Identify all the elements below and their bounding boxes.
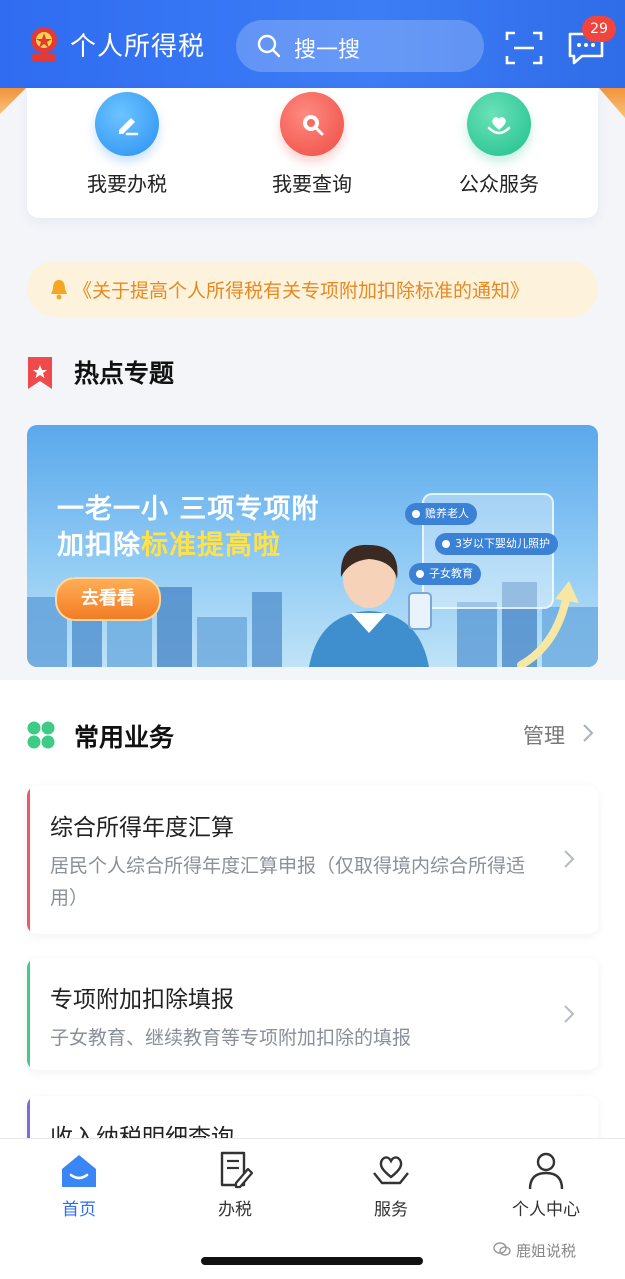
business-item-annual-settlement[interactable]: 综合所得年度汇算 居民个人综合所得年度汇算申报（仅取得境内综合所得适用） xyxy=(27,786,598,934)
search-icon xyxy=(280,92,344,156)
scan-icon[interactable] xyxy=(505,30,543,66)
chevron-right-icon xyxy=(564,1005,575,1023)
notice-text: 《关于提高个人所得税有关专项附加扣除标准的通知》 xyxy=(73,280,530,302)
quick-action-label: 我要查询 xyxy=(272,172,352,196)
tab-home[interactable]: 首页 xyxy=(24,1149,134,1220)
up-arrow-illustration xyxy=(517,581,579,667)
watermark-text: 鹿姐说税 xyxy=(516,1242,577,1260)
business-item-title: 专项附加扣除填报 xyxy=(50,987,234,1013)
app-header: 个人所得税 搜一搜 29 xyxy=(0,0,625,88)
tab-label: 首页 xyxy=(62,1200,96,1220)
header-decoration-left xyxy=(0,88,26,114)
heart-hand-icon xyxy=(467,92,531,156)
banner-line-2-prefix: 加扣除 xyxy=(57,530,141,561)
quick-actions-card: 我要办税 我要查询 公众服务 xyxy=(27,88,598,218)
quick-action-label: 公众服务 xyxy=(459,172,539,196)
person-illustration xyxy=(309,544,432,667)
business-item-desc: 子女教育、继续教育等专项附加扣除的填报 xyxy=(50,1027,412,1049)
card-accent-bar xyxy=(27,786,30,934)
banner-chip: 赡养老人 xyxy=(405,503,477,525)
hot-topics-title: 热点专题 xyxy=(74,359,175,388)
app-title: 个人所得税 xyxy=(70,32,206,62)
banner-line-2: 加扣除标准提高啦 xyxy=(57,523,281,562)
wechat-icon xyxy=(493,1242,511,1256)
header-decoration-right xyxy=(599,88,625,118)
chevron-right-icon xyxy=(583,724,594,742)
quick-action-public-service[interactable]: 公众服务 xyxy=(409,88,589,218)
hot-topic-banner[interactable]: 一老一小 三项专项附 加扣除标准提高啦 去看看 赡养老人 3岁以下婴幼儿照护 子… xyxy=(27,425,598,667)
tab-label: 办税 xyxy=(218,1200,252,1220)
business-item-desc: 居民个人综合所得年度汇算申报（仅取得境内综合所得适用） xyxy=(50,855,526,909)
message-count-badge: 29 xyxy=(582,16,616,42)
common-business-section: 常用业务 管理 综合所得年度汇算 居民个人综合所得年度汇算申报（仅取得境内综合所… xyxy=(0,680,625,1176)
tab-tax[interactable]: 办税 xyxy=(180,1149,290,1220)
banner-chip: 3岁以下婴幼儿照护 xyxy=(435,533,558,555)
tab-service[interactable]: 服务 xyxy=(336,1149,446,1220)
search-placeholder: 搜一搜 xyxy=(294,38,361,63)
edit-icon xyxy=(95,92,159,156)
tab-label: 服务 xyxy=(374,1200,408,1220)
banner-line-2-highlight: 标准提高啦 xyxy=(141,530,281,561)
bookmark-star-icon xyxy=(28,357,52,389)
heart-hand-icon xyxy=(373,1156,409,1185)
tab-profile[interactable]: 个人中心 xyxy=(491,1149,601,1220)
common-business-title: 常用业务 xyxy=(74,723,175,752)
search-icon xyxy=(257,34,281,58)
manage-link[interactable]: 管理 xyxy=(523,720,565,750)
banner-line-1: 一老一小 三项专项附 xyxy=(57,494,320,525)
home-indicator xyxy=(201,1257,423,1265)
search-bar[interactable]: 搜一搜 xyxy=(236,20,484,72)
quick-action-label: 我要办税 xyxy=(87,172,167,196)
card-accent-bar xyxy=(27,958,30,1070)
quick-action-query[interactable]: 我要查询 xyxy=(222,88,402,218)
tab-label: 个人中心 xyxy=(512,1200,580,1220)
home-icon xyxy=(62,1155,96,1187)
quick-action-tax[interactable]: 我要办税 xyxy=(37,88,217,218)
document-edit-icon xyxy=(220,1151,254,1189)
user-icon xyxy=(528,1152,564,1190)
business-item-title: 综合所得年度汇算 xyxy=(50,815,234,841)
banner-go-see-button[interactable]: 去看看 xyxy=(55,577,161,621)
tax-emblem-icon xyxy=(31,27,57,61)
notice-bar[interactable]: 《关于提高个人所得税有关专项附加扣除标准的通知》 xyxy=(27,261,598,317)
bell-icon xyxy=(51,280,67,300)
chevron-right-icon xyxy=(564,850,575,868)
business-item-special-deduction[interactable]: 专项附加扣除填报 子女教育、继续教育等专项附加扣除的填报 xyxy=(27,958,598,1070)
clover-icon xyxy=(27,721,55,749)
